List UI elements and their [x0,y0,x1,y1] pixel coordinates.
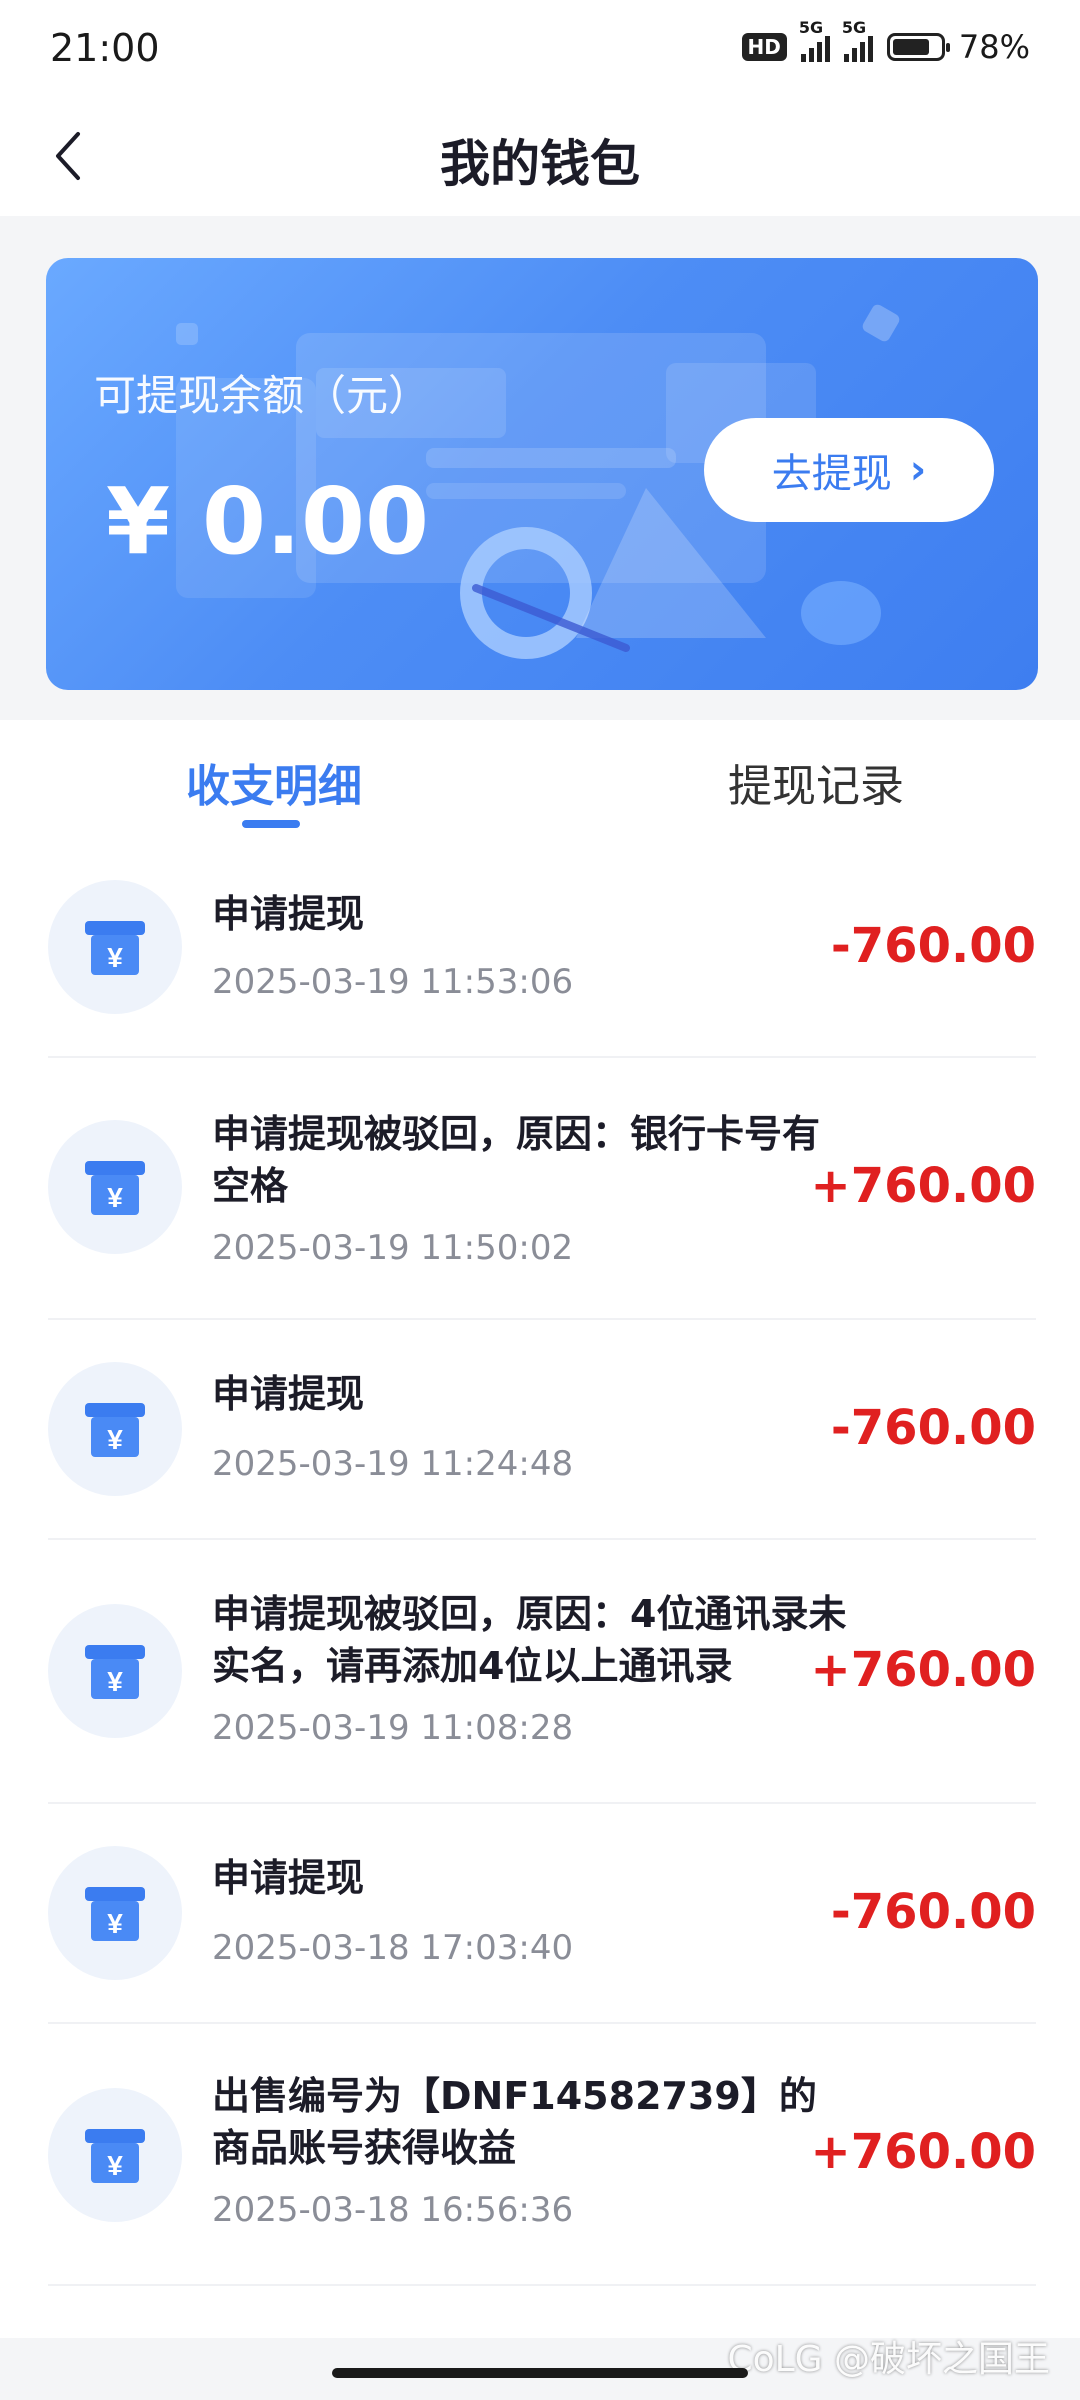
svg-text:¥: ¥ [107,1182,123,1213]
transaction-time: 2025-03-19 11:53:06 [212,962,574,1002]
active-tab-indicator [242,820,300,828]
transaction-time: 2025-03-19 11:08:28 [212,1708,574,1748]
battery-percent: 78% [958,28,1030,66]
balance-label: 可提现余额（元） [94,371,431,420]
list-item[interactable]: ¥ 申请提现 2025-03-19 11:53:06 -760.00 [48,838,1036,1058]
transaction-time: 2025-03-18 16:56:36 [212,2190,574,2230]
page-title: 我的钱包 [440,135,640,193]
svg-text:¥: ¥ [107,1908,123,1939]
tab-income-expense[interactable]: 收支明细 [186,750,362,814]
svg-text:¥: ¥ [107,942,123,973]
watermark: CoLG @破坏之国王 [727,2339,1050,2380]
transaction-amount: -760.00 [830,1884,1036,1940]
transaction-time: 2025-03-19 11:50:02 [212,1228,574,1268]
list-item[interactable]: ¥ 申请提现 2025-03-18 17:03:40 -760.00 [48,1802,1036,2024]
signal-icon-sim1: 5G [799,18,830,62]
transaction-title: 申请提现 [212,1372,365,1416]
list-item[interactable]: ¥ 申请提现被驳回，原因：4位通讯录未实名，请再添加4位以上通讯录 2025-0… [48,1538,1036,1804]
withdraw-button[interactable]: 去提现 › [704,418,994,522]
withdraw-button-label: 去提现 [771,451,892,497]
home-indicator[interactable] [332,2368,748,2378]
tab-bar: 收支明细 提现记录 [0,720,1080,840]
status-icons: HD 5G 5G 78% [741,18,1030,66]
wallet-yuan-icon: ¥ [48,1120,182,1254]
transaction-time: 2025-03-18 17:03:40 [212,1928,574,1968]
transaction-amount: -760.00 [830,1400,1036,1456]
wallet-yuan-icon: ¥ [48,1846,182,1980]
list-item[interactable]: ¥ 申请提现 2025-03-19 11:24:48 -760.00 [48,1318,1036,1540]
transaction-title: 申请提现被驳回，原因：银行卡号有空格 [212,1112,821,1208]
svg-text:¥: ¥ [107,1666,123,1697]
transaction-title: 申请提现 [212,892,365,936]
wallet-yuan-icon: ¥ [48,880,182,1014]
wallet-yuan-icon: ¥ [48,1604,182,1738]
svg-text:¥: ¥ [107,1424,123,1455]
hd-icon: HD [741,33,787,61]
signal-icon-sim2: 5G [842,18,873,62]
list-item[interactable]: ¥ 出售编号为【DNF14582739】的商品账号获得收益 2025-03-18… [48,2022,1036,2286]
transaction-title: 申请提现被驳回，原因：4位通讯录未实名，请再添加4位以上通讯录 [212,1592,847,1688]
transaction-title: 申请提现 [212,1856,365,1900]
balance-amount: ¥ 0.00 [106,468,430,575]
transaction-amount: +760.00 [810,1642,1036,1698]
svg-text:¥: ¥ [107,2150,123,2181]
transaction-amount: -760.00 [830,918,1036,974]
transaction-time: 2025-03-19 11:24:48 [212,1444,574,1484]
battery-icon [886,33,950,61]
transaction-list: ¥ 申请提现 2025-03-19 11:53:06 -760.00 ¥ 申请提… [0,838,1080,2338]
header: 我的钱包 [0,100,1080,216]
wallet-yuan-icon: ¥ [48,2088,182,2222]
transaction-title: 出售编号为【DNF14582739】的商品账号获得收益 [212,2074,817,2170]
status-bar: 21:00 HD 5G 5G 78% [0,0,1080,100]
transaction-amount: +760.00 [810,2124,1036,2180]
chevron-right-icon: › [909,447,927,493]
transaction-amount: +760.00 [810,1158,1036,1214]
status-time: 21:00 [50,26,160,70]
tab-withdraw-records[interactable]: 提现记录 [728,750,904,814]
balance-card: 可提现余额（元） ¥ 0.00 去提现 › [46,258,1038,690]
list-item[interactable]: ¥ 申请提现被驳回，原因：银行卡号有空格 2025-03-19 11:50:02… [48,1056,1036,1320]
wallet-yuan-icon: ¥ [48,1362,182,1496]
